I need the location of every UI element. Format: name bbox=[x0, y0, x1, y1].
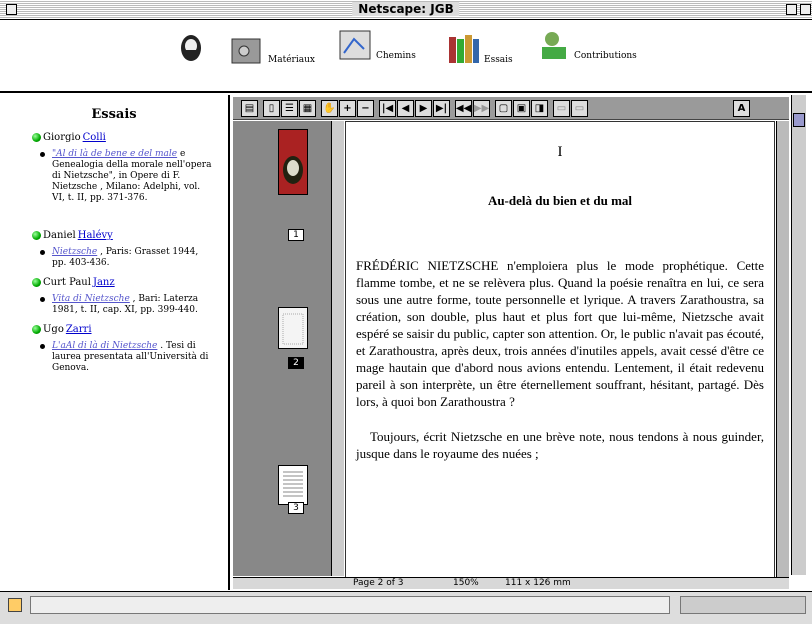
work-entry: "Al di là de bene e del male e Genealogi… bbox=[40, 149, 212, 203]
green-dot-icon bbox=[32, 133, 41, 142]
author-link[interactable]: Janz bbox=[93, 277, 115, 288]
close-box-icon[interactable] bbox=[6, 4, 17, 15]
work-link[interactable]: "Al di là de bene e del male bbox=[52, 149, 177, 159]
actual-size-icon[interactable]: ▢ bbox=[495, 100, 512, 117]
status-text-field bbox=[30, 596, 670, 614]
hand-tool-icon[interactable]: ✋ bbox=[321, 100, 338, 117]
page-indicator[interactable]: Page 2 of 3 bbox=[353, 578, 404, 588]
safe-icon bbox=[231, 38, 261, 64]
page-thumbnail[interactable] bbox=[278, 129, 308, 195]
zoom-out-icon[interactable]: − bbox=[357, 100, 374, 117]
essais-frame: Essais Giorgio Colli "Al di là de bene e … bbox=[0, 95, 230, 590]
pdf-toolbar: ▤ ▯ ☰ ▦ ✋ + − |◀ ◀ ▶ ▶| ◀◀ ▶▶ ▢ ▣ ◨ ▭ ▭ … bbox=[233, 97, 789, 120]
page-vertical-scrollbar[interactable] bbox=[776, 121, 789, 587]
find-icon[interactable]: A bbox=[733, 100, 750, 117]
green-dot-icon bbox=[32, 325, 41, 334]
work-entry: Vita di Nietzsche , Bari: Laterza 1981, … bbox=[40, 294, 212, 316]
browser-status-bar bbox=[0, 591, 812, 624]
work-entry: L'aAl di là di Nietzsche . Tesi di laure… bbox=[40, 341, 212, 374]
work-link[interactable]: Nietzsche bbox=[52, 247, 97, 257]
paragraph: FRÉDÉRIC NIETZSCHE n'emploiera plus le m… bbox=[356, 258, 764, 409]
fit-page-icon[interactable]: ▣ bbox=[513, 100, 530, 117]
window-vertical-scrollbar[interactable] bbox=[791, 95, 806, 575]
go-forward-icon[interactable]: ▶▶ bbox=[473, 100, 490, 117]
pdf-page: I Au-delà du bien et du mal FRÉDÉRIC NIE… bbox=[345, 121, 775, 587]
page-thumbnail[interactable] bbox=[278, 307, 308, 349]
map-icon bbox=[339, 30, 371, 60]
work-link[interactable]: L'aAl di là di Nietzsche bbox=[52, 341, 157, 351]
paragraph: Toujours, écrit Nietzsche en une brève n… bbox=[356, 429, 764, 461]
author-entry: Ugo Zarri bbox=[32, 324, 228, 335]
first-page-icon[interactable]: |◀ bbox=[379, 100, 396, 117]
last-page-icon[interactable]: ▶| bbox=[433, 100, 450, 117]
component-bar[interactable] bbox=[680, 596, 806, 614]
nietzsche-portrait-icon[interactable] bbox=[178, 33, 204, 63]
page-only-icon[interactable]: ▯ bbox=[263, 100, 280, 117]
go-back-icon[interactable]: ◀◀ bbox=[455, 100, 472, 117]
green-dot-icon bbox=[32, 231, 41, 240]
scroll-thumb[interactable] bbox=[793, 113, 805, 127]
thumb-label: 3 bbox=[288, 502, 304, 514]
window-title: Netscape: JGB bbox=[352, 2, 460, 16]
author-link[interactable]: Zarri bbox=[66, 324, 92, 335]
thumb-label: 1 bbox=[288, 229, 304, 241]
green-dot-icon bbox=[32, 278, 41, 287]
rotate-right-icon[interactable]: ▭ bbox=[571, 100, 588, 117]
page-thumbnail[interactable] bbox=[278, 465, 308, 505]
zoom-in-icon[interactable]: + bbox=[339, 100, 356, 117]
books-icon bbox=[449, 35, 479, 63]
frame-heading: Essais bbox=[91, 107, 137, 122]
nav-essais[interactable]: Essais bbox=[446, 33, 513, 65]
collapse-box-icon[interactable] bbox=[800, 4, 811, 15]
page-size-indicator: 111 x 126 mm bbox=[505, 578, 571, 588]
author-entry: Daniel Halévy bbox=[32, 230, 228, 241]
nav-banner: Matériaux Chemins Essais Contributions bbox=[0, 21, 812, 93]
thumbnails-scrollbar[interactable] bbox=[331, 121, 344, 576]
chapter-heading: Au-delà du bien et du mal bbox=[487, 193, 633, 208]
print-icon[interactable]: ▤ bbox=[241, 100, 258, 117]
author-entry: Curt Paul Janz bbox=[32, 277, 228, 288]
nav-contributions[interactable]: Contributions bbox=[536, 29, 637, 61]
bookmarks-icon[interactable]: ☰ bbox=[281, 100, 298, 117]
writer-icon bbox=[542, 32, 566, 59]
zoom-indicator[interactable]: 150% bbox=[453, 578, 479, 588]
author-link[interactable]: Colli bbox=[83, 132, 106, 143]
pdf-status-bar: Page 2 of 3 150% 111 x 126 mm bbox=[233, 577, 789, 589]
author-link[interactable]: Halévy bbox=[78, 230, 113, 241]
author-entry: Giorgio Colli bbox=[32, 132, 228, 143]
zoom-box-icon[interactable] bbox=[786, 4, 797, 15]
rotate-left-icon[interactable]: ▭ bbox=[553, 100, 570, 117]
prev-page-icon[interactable]: ◀ bbox=[397, 100, 414, 117]
nav-chemins[interactable]: Chemins bbox=[338, 29, 416, 61]
nav-materiaux[interactable]: Matériaux bbox=[230, 33, 315, 65]
work-link[interactable]: Vita di Nietzsche bbox=[52, 294, 130, 304]
work-entry: Nietzsche , Paris: Grasset 1944, pp. 403… bbox=[40, 247, 212, 269]
chapter-number: I bbox=[557, 144, 563, 160]
fit-width-icon[interactable]: ◨ bbox=[531, 100, 548, 117]
title-bar[interactable]: Netscape: JGB bbox=[0, 0, 812, 20]
next-page-icon[interactable]: ▶ bbox=[415, 100, 432, 117]
thumb-label-current: 2 bbox=[288, 357, 304, 369]
security-lock-icon[interactable] bbox=[8, 598, 22, 612]
thumbnails-icon[interactable]: ▦ bbox=[299, 100, 316, 117]
